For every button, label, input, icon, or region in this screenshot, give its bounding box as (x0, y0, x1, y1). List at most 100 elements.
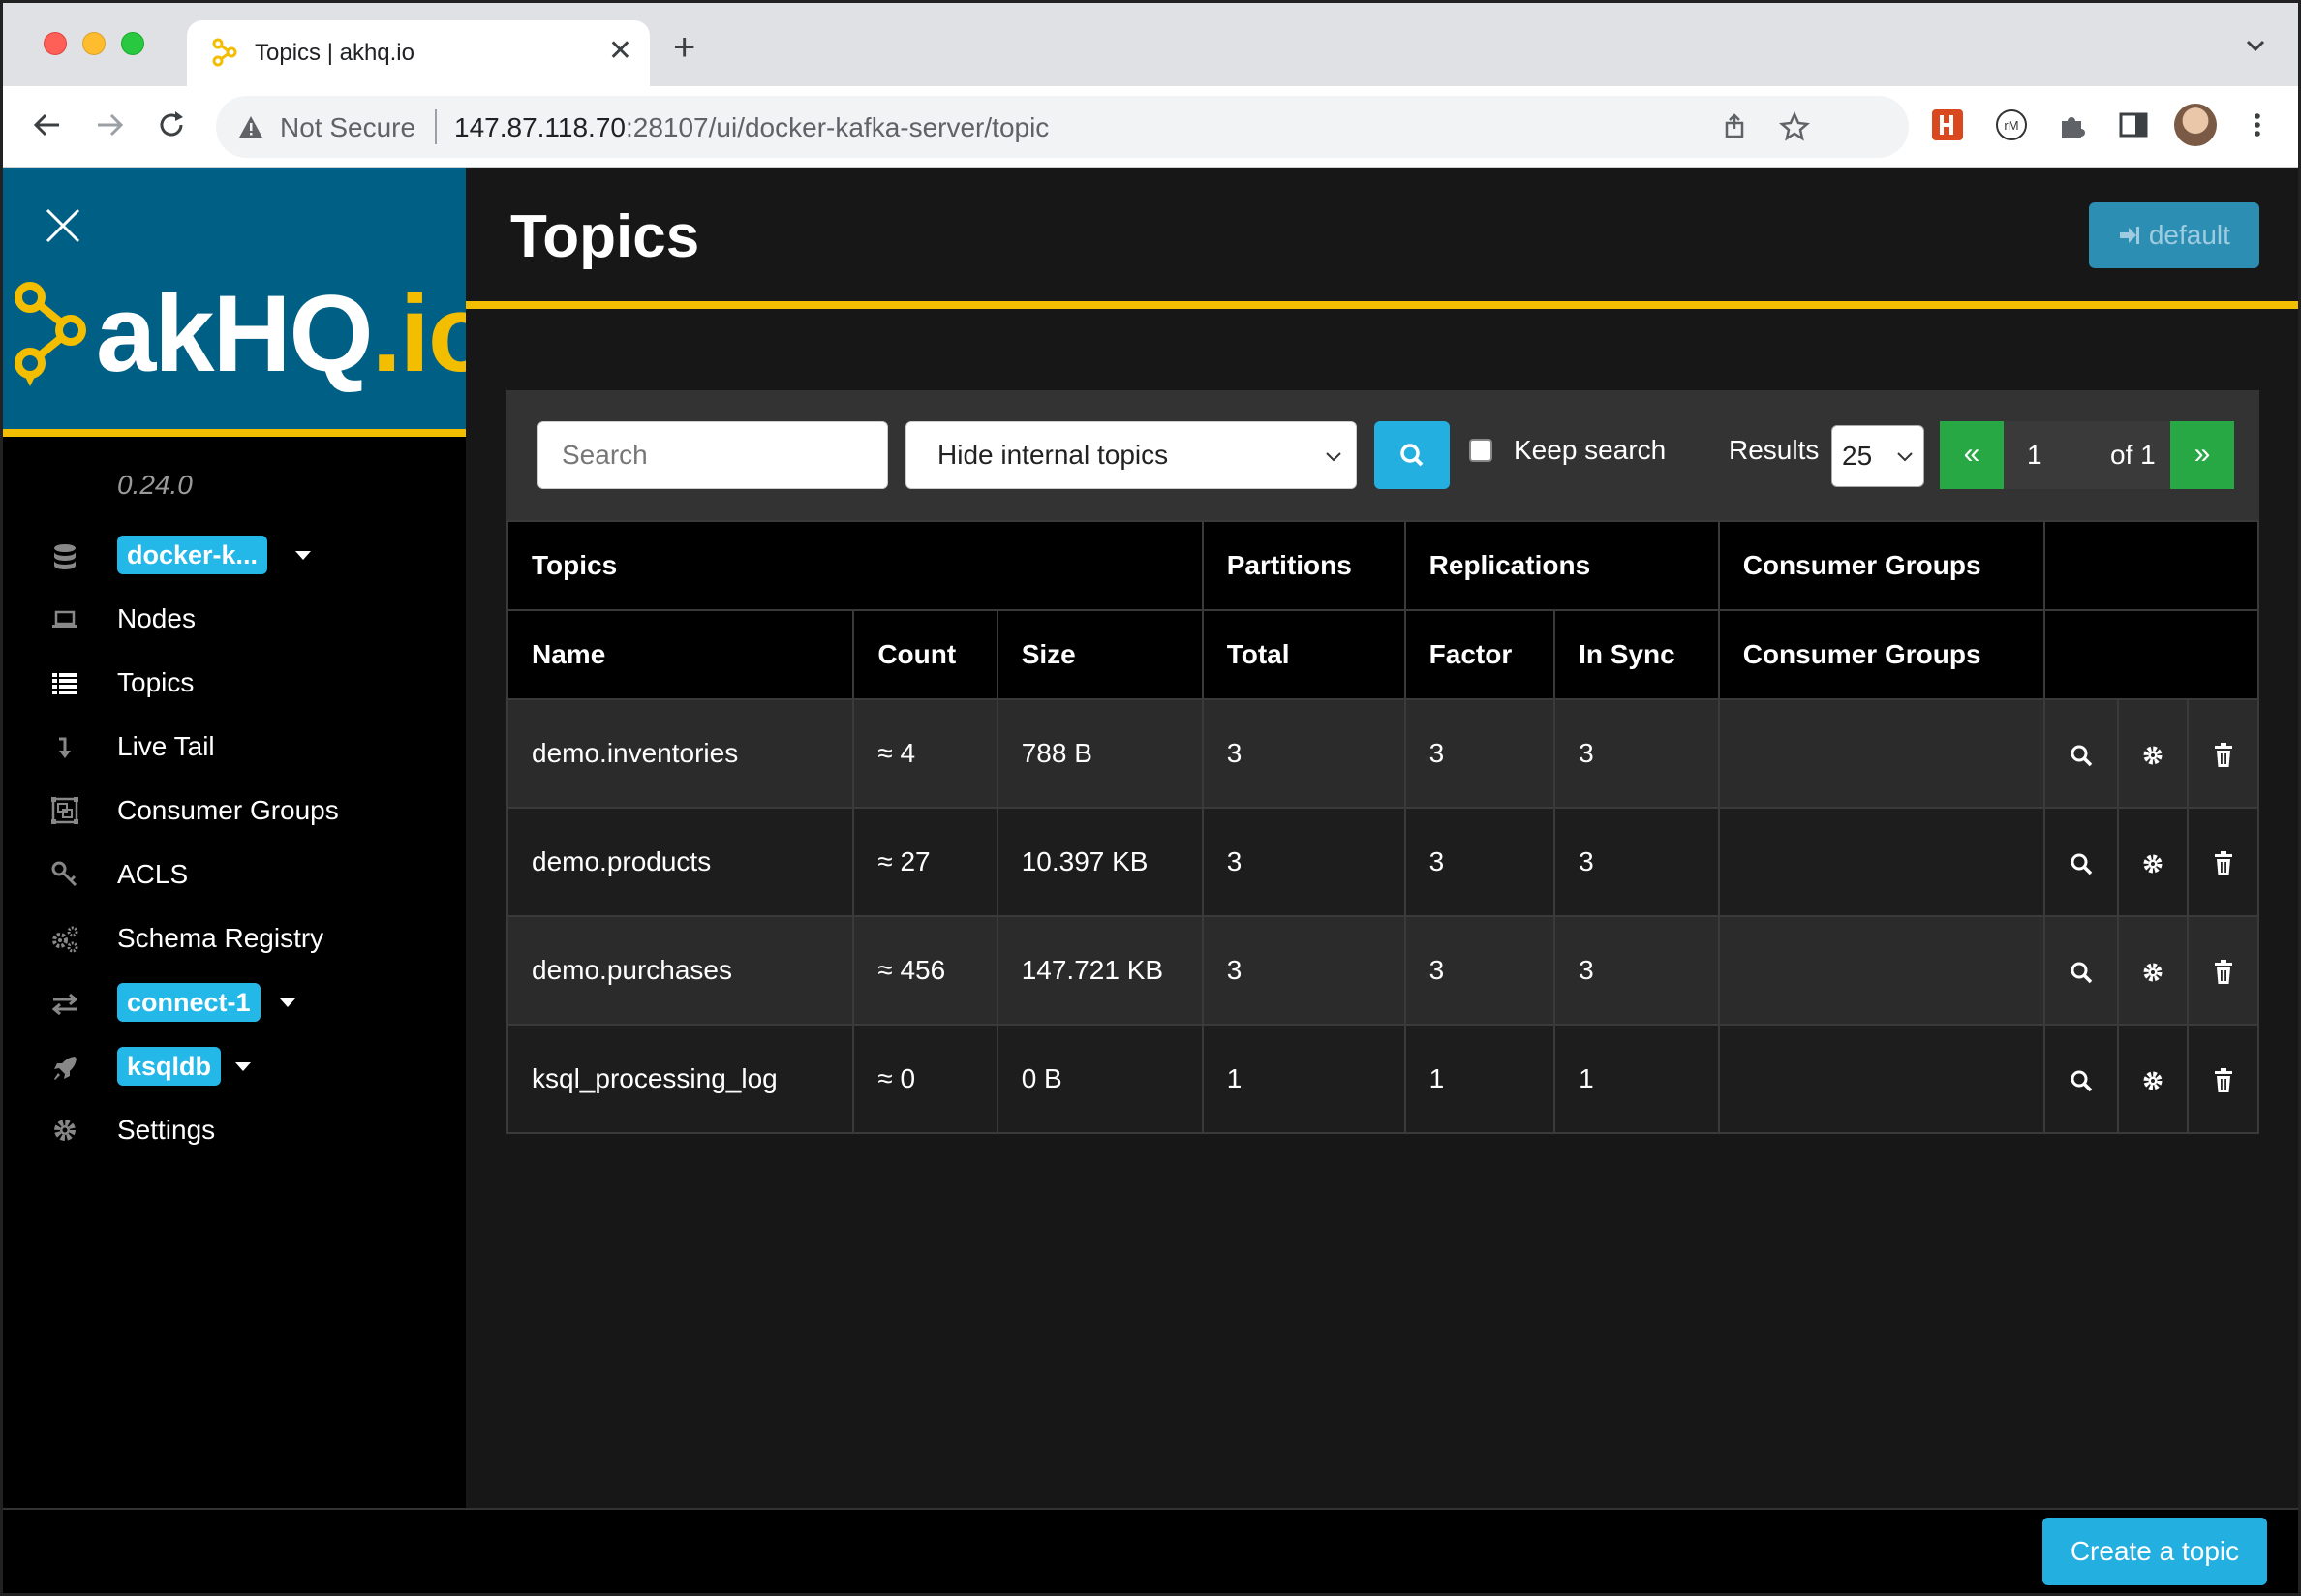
group-header-actions (2042, 520, 2260, 611)
new-tab-button[interactable]: + (673, 28, 695, 67)
close-sidebar-icon[interactable] (44, 206, 82, 245)
security-label[interactable]: Not Secure (280, 112, 415, 143)
sidebar-item-label: Schema Registry (117, 923, 324, 953)
minimize-window-button[interactable] (82, 32, 106, 55)
topic-type-select[interactable]: Hide internal topics (905, 421, 1357, 489)
ksqldb-selector[interactable]: ksqldb (117, 1047, 222, 1086)
tab-search-icon[interactable] (2242, 32, 2269, 59)
side-panel-icon[interactable] (2116, 107, 2151, 142)
browser-menu-icon[interactable] (2240, 107, 2275, 142)
table-group-header-row: Topics Partitions Replications Consumer … (506, 520, 2260, 611)
trash-icon (2214, 1067, 2232, 1092)
view-topic-button[interactable] (2042, 698, 2119, 809)
col-consumer-groups[interactable]: Consumer Groups (1717, 609, 2045, 700)
bookmark-star-icon[interactable] (1779, 111, 1810, 142)
database-icon (54, 544, 76, 569)
view-topic-button[interactable] (2042, 1024, 2119, 1134)
col-factor[interactable]: Factor (1403, 609, 1556, 700)
tab-title: Topics | akhq.io (255, 40, 414, 66)
group-header-partitions: Partitions (1201, 520, 1406, 611)
connect-selector[interactable]: connect-1 (117, 983, 261, 1022)
search-input[interactable]: Search (537, 421, 888, 489)
sidebar-item-live-tail[interactable]: Live Tail (3, 718, 466, 776)
browser-tab[interactable]: Topics | akhq.io ✕ (187, 20, 650, 86)
cell-name[interactable]: ksql_processing_log (506, 1024, 855, 1134)
sidebar-item-acls[interactable]: ACLS (3, 845, 466, 904)
sidebar-item-schema-registry[interactable]: Schema Registry (3, 909, 466, 967)
trash-icon (2214, 959, 2232, 984)
cell-name[interactable]: demo.products (506, 807, 855, 917)
extension-rm-icon[interactable]: rM (1994, 107, 2029, 142)
share-icon[interactable] (1719, 111, 1750, 142)
maximize-window-button[interactable] (121, 32, 144, 55)
table-row[interactable]: demo.products ≈ 27 10.397 KB 3 3 3 (506, 807, 2259, 917)
delete-topic-button[interactable] (2187, 1024, 2259, 1134)
delete-topic-button[interactable] (2187, 915, 2259, 1026)
cell-count: ≈ 27 (852, 807, 998, 917)
back-arrow-icon[interactable] (28, 106, 67, 144)
extensions-puzzle-icon[interactable] (2056, 107, 2091, 142)
view-topic-button[interactable] (2042, 915, 2119, 1026)
sidebar-item-consumer-groups[interactable]: Consumer Groups (3, 782, 466, 840)
tab-close-icon[interactable]: ✕ (608, 34, 632, 69)
connect-caret-icon[interactable] (280, 998, 295, 1007)
topic-settings-button[interactable] (2116, 915, 2190, 1026)
sidebar-item-ksqldb[interactable]: ksqldb (3, 1039, 466, 1097)
akhq-logo-icon (15, 282, 86, 386)
cell-total: 3 (1201, 915, 1406, 1026)
search-icon (1400, 444, 1424, 467)
akhq-logo-text: akHQ.io (96, 276, 494, 392)
sidebar-item-cluster[interactable]: docker-k... (3, 528, 466, 586)
key-icon (51, 861, 77, 887)
view-topic-button[interactable] (2042, 807, 2119, 917)
cell-name[interactable]: demo.inventories (506, 698, 855, 809)
col-total[interactable]: Total (1201, 609, 1406, 700)
topic-type-value: Hide internal topics (937, 440, 1169, 470)
col-size[interactable]: Size (996, 609, 1204, 700)
topics-table: Topics Partitions Replications Consumer … (506, 520, 2260, 1134)
extension-red-icon[interactable] (1930, 107, 1965, 142)
user-login-button[interactable]: default (2089, 202, 2259, 268)
col-name[interactable]: Name (506, 609, 855, 700)
close-window-button[interactable] (44, 32, 67, 55)
current-page[interactable]: 1 (2027, 421, 2042, 489)
delete-topic-button[interactable] (2187, 698, 2259, 809)
table-row[interactable]: demo.inventories ≈ 4 788 B333 (506, 698, 2259, 809)
search-button[interactable] (1374, 421, 1450, 489)
topic-settings-button[interactable] (2116, 807, 2190, 917)
create-topic-button[interactable]: Create a topic (2042, 1518, 2267, 1585)
first-page-button[interactable]: « (1940, 421, 2004, 489)
sidebar-item-topics[interactable]: Topics (3, 654, 466, 712)
cluster-caret-icon[interactable] (295, 551, 311, 560)
table-row[interactable]: demo.purchases ≈ 456 147.721 KB 3 3 3 (506, 915, 2259, 1026)
profile-avatar[interactable] (2174, 104, 2217, 146)
sidebar-item-settings[interactable]: Settings (3, 1101, 466, 1159)
laptop-icon (52, 610, 77, 628)
sidebar-item-nodes[interactable]: Nodes (3, 590, 466, 648)
address-bar[interactable]: Not Secure 147.87.118.70:28107/ui/docker… (216, 96, 1909, 158)
url-text[interactable]: 147.87.118.70:28107/ui/docker-kafka-serv… (454, 112, 1049, 143)
cluster-selector[interactable]: docker-k... (117, 536, 268, 574)
search-icon (2071, 1070, 2092, 1091)
keep-search-checkbox[interactable] (1469, 439, 1492, 462)
delete-topic-button[interactable] (2187, 807, 2259, 917)
results-per-page-select[interactable]: 25 (1831, 425, 1924, 487)
table-header-row: Name Count Size Total Factor In Sync Con… (506, 609, 2260, 700)
last-page-button[interactable]: » (2170, 421, 2234, 489)
sign-in-icon (2120, 227, 2140, 244)
ksqldb-caret-icon[interactable] (235, 1062, 251, 1071)
cell-consumer-groups (1717, 915, 2045, 1026)
cell-name[interactable]: demo.purchases (506, 915, 855, 1026)
sidebar-item-label: ACLS (117, 859, 189, 889)
topic-settings-button[interactable] (2116, 1024, 2190, 1134)
topic-settings-button[interactable] (2116, 698, 2190, 809)
page-title: Topics (510, 203, 700, 270)
forward-arrow-icon[interactable] (90, 106, 129, 144)
table-row[interactable]: ksql_processing_log ≈ 00 B111 (506, 1024, 2259, 1134)
reload-icon[interactable] (152, 106, 191, 144)
sidebar-item-connect[interactable]: connect-1 (3, 975, 466, 1033)
col-count[interactable]: Count (852, 609, 998, 700)
filter-bar: Search Hide internal topics Keep search … (506, 390, 2259, 520)
cell-factor: 3 (1403, 915, 1556, 1026)
col-in-sync[interactable]: In Sync (1553, 609, 1720, 700)
